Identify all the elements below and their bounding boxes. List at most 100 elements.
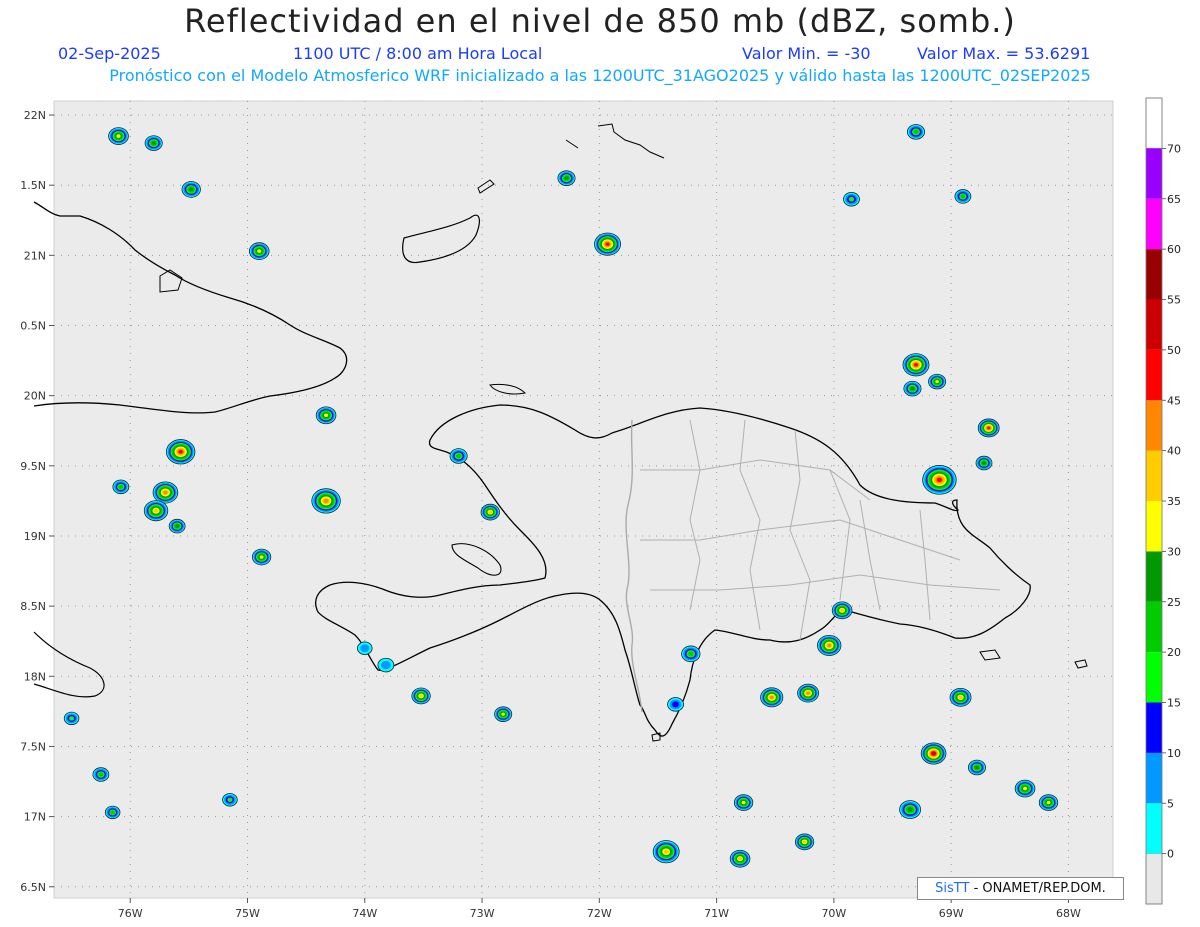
- credit-text: - ONAMET/REP.DOM.: [973, 881, 1106, 896]
- colorbar-label-5: 25: [1167, 596, 1181, 609]
- lon-label-6: 70W: [821, 907, 846, 920]
- cell-44-level-5: [910, 386, 915, 391]
- cell-8-level-5: [188, 187, 194, 192]
- cell-7-level-5: [151, 141, 156, 145]
- reflectivity-cell-45: [928, 373, 947, 390]
- colorbar-label-3: 15: [1167, 697, 1181, 710]
- lon-label-1: 75W: [235, 907, 260, 920]
- cell-21-level-8: [806, 691, 810, 695]
- colorbar-segment-9: [1146, 349, 1162, 401]
- reflectivity-map: 22N 1.5N 21N 0.5N 20N 9.5N 19N 8.5N 18N 7.5N 17N 6.…: [20, 97, 1181, 920]
- reflectivity-cell-1: [152, 481, 179, 504]
- lon-label-2: 74W: [352, 907, 377, 920]
- reflectivity-cell-7: [144, 135, 163, 151]
- reflectivity-cell-18: [920, 742, 947, 765]
- reflectivity-cell-40: [168, 518, 186, 534]
- reflectivity-cell-30: [411, 687, 431, 705]
- colorbar-label-0: 0: [1167, 848, 1174, 861]
- cell-15-level-4: [913, 129, 919, 134]
- lat-label-7: 8.5N: [20, 600, 46, 613]
- reflectivity-cell-28: [1038, 794, 1059, 811]
- credit-box: SisTT - ONAMET/REP.DOM.: [917, 877, 1124, 900]
- cell-16-level-8: [827, 643, 832, 648]
- sistt-logo: SisTT: [935, 881, 970, 896]
- cell-40-level-5: [175, 524, 180, 528]
- cell-45-level-6: [935, 380, 939, 384]
- reflectivity-cell-32: [480, 503, 500, 521]
- cell-46-level-5: [982, 461, 986, 465]
- reflectivity-cell-48: [104, 805, 121, 820]
- lat-label-6: 19N: [24, 530, 46, 543]
- reflectivity-cell-34: [681, 645, 701, 663]
- map-background: [53, 100, 1114, 899]
- colorbar-label-7: 35: [1167, 495, 1181, 508]
- reflectivity-cell-36: [377, 657, 395, 673]
- colorbar-segment-3: [1146, 652, 1162, 703]
- cell-12-level-9: [914, 363, 918, 367]
- reflectivity-cell-46: [975, 455, 993, 471]
- lon-label-7: 69W: [939, 907, 964, 920]
- reflectivity-cell-5: [248, 242, 270, 260]
- cell-36-level-1: [380, 660, 391, 670]
- cell-11-level-5: [564, 176, 569, 180]
- colorbar-label-14: 70: [1167, 142, 1181, 155]
- reflectivity-cell-41: [112, 479, 130, 495]
- lat-label-1: 1.5N: [20, 179, 46, 192]
- cell-43-level-3: [69, 716, 75, 721]
- cell-9-level-6: [259, 555, 264, 559]
- reflectivity-cell-37: [357, 641, 373, 655]
- colorbar: 0 5 10 15 20 25 30 35 40 45 50 55 60 65 70: [1145, 97, 1181, 905]
- cell-28-level-6: [1046, 800, 1051, 805]
- colorbar-segment-5: [1146, 551, 1162, 602]
- reflectivity-cell-26: [899, 800, 922, 820]
- lat-label-2: 21N: [24, 249, 46, 262]
- cell-47-level-3: [227, 797, 233, 802]
- colorbar-below: [1145, 853, 1163, 905]
- cell-19-level-7: [958, 695, 963, 700]
- cell-48-level-4: [110, 810, 115, 815]
- lat-label-0: 22N: [24, 109, 46, 122]
- cell-3-level-8: [323, 498, 329, 503]
- cell-27-level-6: [1022, 786, 1028, 791]
- colorbar-segment-10: [1146, 299, 1162, 350]
- reflectivity-cell-43: [63, 711, 80, 726]
- cell-31-level-6: [501, 712, 505, 716]
- lat-label-3: 0.5N: [20, 320, 46, 333]
- colorbar-label-9: 45: [1167, 394, 1181, 407]
- reflectivity-cell-39: [954, 189, 972, 204]
- reflectivity-cell-22: [652, 840, 680, 864]
- cell-42-level-4: [98, 772, 104, 777]
- reflectivity-cell-6: [108, 127, 129, 145]
- cell-34-level-4: [688, 651, 694, 657]
- lat-label-4: 20N: [24, 390, 46, 403]
- colorbar-segment-4: [1146, 601, 1162, 653]
- lon-label-0: 76W: [118, 907, 143, 920]
- lon-label-3: 73W: [470, 907, 495, 920]
- cell-24-level-6: [741, 800, 746, 805]
- reflectivity-cell-33: [449, 448, 468, 464]
- cell-41-level-4: [118, 484, 124, 489]
- reflectivity-cell-12: [902, 353, 930, 377]
- reflectivity-cell-38: [843, 191, 860, 207]
- cell-33-level-4: [456, 453, 462, 459]
- colorbar-above: [1145, 97, 1163, 149]
- colorbar-segment-6: [1146, 501, 1162, 552]
- colorbar-label-12: 60: [1167, 243, 1181, 256]
- cell-25-level-7: [802, 840, 807, 844]
- cell-14-level-9: [987, 426, 991, 430]
- lat-label-11: 6.5N: [20, 881, 46, 894]
- reflectivity-cell-47: [222, 793, 238, 807]
- reflectivity-cell-24: [733, 794, 754, 811]
- reflectivity-cell-21: [797, 683, 819, 703]
- reflectivity-cell-0: [165, 439, 196, 465]
- colorbar-segment-13: [1146, 148, 1162, 199]
- cell-0-level-9: [178, 449, 183, 454]
- reflectivity-cell-10: [594, 232, 621, 256]
- cell-4-level-6: [324, 413, 329, 418]
- reflectivity-cell-14: [977, 418, 1000, 438]
- reflectivity-cell-23: [729, 849, 751, 868]
- reflectivity-cell-42: [92, 767, 110, 782]
- cell-38-level-3: [848, 196, 855, 202]
- cell-37-level-1: [360, 644, 370, 653]
- reflectivity-cell-19: [949, 687, 972, 707]
